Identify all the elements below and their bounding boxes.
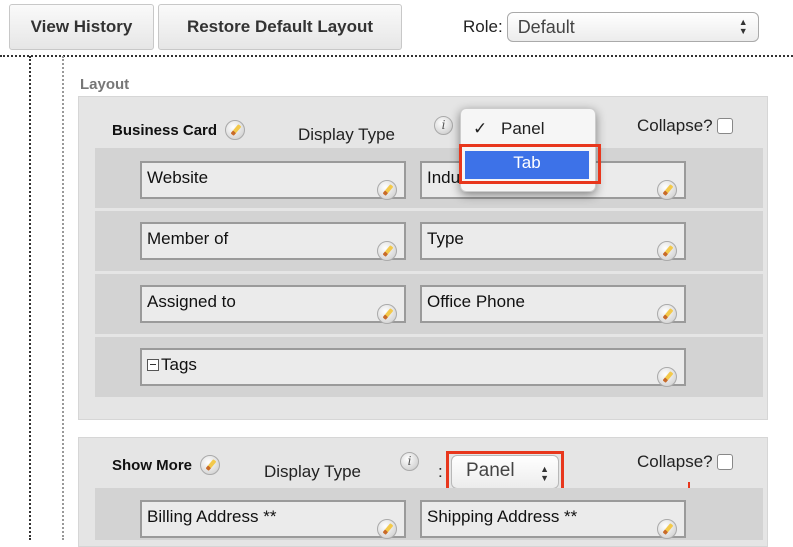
field-label: Member of — [147, 229, 229, 248]
field-tags[interactable]: Tags — [140, 348, 686, 387]
role-select[interactable]: Default ▲ ▼ — [506, 12, 759, 42]
edit-pencil-icon[interactable] — [377, 180, 397, 200]
edit-pencil-icon[interactable] — [225, 120, 246, 140]
layout-heading: Layout — [80, 76, 130, 93]
edit-pencil-icon[interactable] — [657, 241, 677, 261]
collapse-checkbox[interactable] — [716, 118, 733, 134]
edit-pencil-icon[interactable] — [377, 304, 397, 324]
display-type-colon: : — [438, 462, 443, 481]
field-label: Assigned to — [147, 292, 236, 311]
field-label: Website — [147, 168, 209, 187]
role-selector: Role: Default ▲ ▼ — [463, 12, 759, 42]
divider — [62, 56, 64, 540]
field-member-of[interactable]: Member of — [140, 222, 406, 261]
field-label: Shipping Address ** — [427, 507, 578, 526]
field-label: Billing Address ** — [147, 507, 277, 526]
panel-header: Show More — [112, 455, 221, 475]
field-label: Type — [427, 229, 464, 248]
collapse-checkbox[interactable] — [716, 454, 733, 470]
checkmark-icon: ✓ — [473, 119, 488, 138]
select-arrows-icon: ▲ ▼ — [738, 17, 748, 36]
edit-pencil-icon[interactable] — [377, 519, 397, 539]
role-value: Default — [517, 16, 575, 37]
collapse-label: Collapse? — [637, 452, 713, 471]
divider — [0, 55, 793, 57]
collapse-label: Collapse? — [637, 116, 713, 135]
highlight-box — [446, 451, 564, 492]
field-office-phone[interactable]: Office Phone — [420, 285, 686, 324]
display-type-label: Display Type — [264, 462, 362, 481]
dropdown-option-panel[interactable]: Panel — [501, 119, 595, 139]
info-icon[interactable]: i — [434, 116, 453, 135]
panel-header: Business Card — [112, 120, 246, 140]
field-assigned-to[interactable]: Assigned to — [140, 285, 406, 324]
collapse-minus-icon[interactable] — [147, 359, 159, 371]
field-type[interactable]: Type — [420, 222, 686, 261]
role-label: Role: — [463, 17, 503, 36]
collapse-toggle[interactable]: Collapse? — [637, 452, 733, 472]
edit-pencil-icon[interactable] — [657, 180, 677, 200]
divider — [29, 56, 31, 540]
collapse-toggle[interactable]: Collapse? — [637, 116, 733, 136]
display-type-label: Display Type — [298, 125, 396, 144]
field-website[interactable]: Website — [140, 161, 406, 200]
view-history-button[interactable]: View History — [9, 4, 154, 50]
field-label: Office Phone — [427, 292, 525, 311]
highlight-box — [459, 144, 601, 184]
field-billing-address[interactable]: Billing Address ** — [140, 500, 406, 539]
edit-pencil-icon[interactable] — [657, 304, 677, 324]
edit-pencil-icon[interactable] — [200, 455, 221, 475]
info-icon[interactable]: i — [400, 452, 419, 471]
field-label: Tags — [161, 355, 197, 374]
restore-default-layout-button[interactable]: Restore Default Layout — [158, 4, 402, 50]
panel-title: Show More — [112, 456, 193, 474]
field-shipping-address[interactable]: Shipping Address ** — [420, 500, 686, 539]
edit-pencil-icon[interactable] — [657, 367, 677, 387]
edit-pencil-icon[interactable] — [657, 519, 677, 539]
edit-pencil-icon[interactable] — [377, 241, 397, 261]
panel-title: Business Card — [112, 121, 218, 139]
